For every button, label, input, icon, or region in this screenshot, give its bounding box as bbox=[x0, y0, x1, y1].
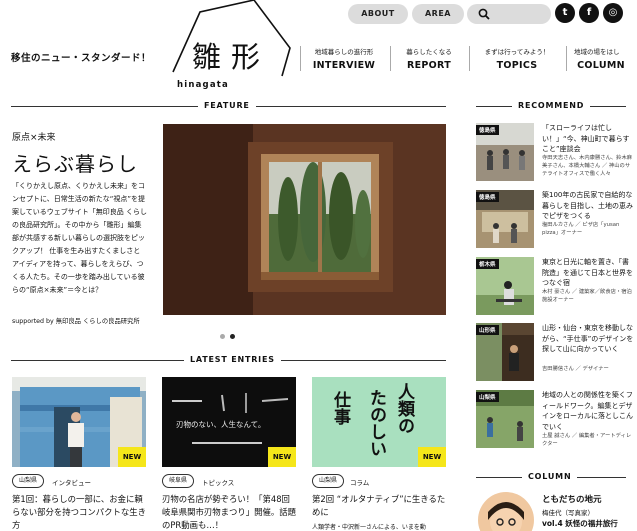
logo-text: 雛形 bbox=[192, 40, 271, 74]
column-author: 梅佳代（写真家） bbox=[542, 509, 594, 517]
recommend-title[interactable]: 東京と日光に軸を置き、「書院造」を通じて日本と世界をつなぐ宿 bbox=[542, 257, 634, 289]
entry-title[interactable]: 刃物の名店が勢ぞろい！「第48回岐阜県関市刃物まつり」開催。話題のPR動画も…！ bbox=[162, 493, 296, 531]
nav-interview[interactable]: INTERVIEW bbox=[304, 60, 384, 71]
entry-title[interactable]: 第1回：暮らしの一部に、お金に頼らない部分を持つコンパクトな生き方 bbox=[12, 493, 146, 531]
entry-card-image[interactable]: 刃物のない、人生なんて。 NEW bbox=[162, 377, 296, 467]
recommend-title[interactable]: 「スローライフは忙しい！」“今、神山町で暮らすこと”座談会 bbox=[542, 123, 634, 155]
about-button[interactable]: ABOUT bbox=[348, 4, 408, 24]
feature-title[interactable]: えらぶ暮らし bbox=[12, 148, 138, 177]
feature-body: 「くりかえし原点、くりかえし未来」をコンセプトに、日常生活の新たな“視点”を提案… bbox=[12, 182, 148, 294]
nav-column[interactable]: COLUMN bbox=[571, 60, 631, 71]
logo-subtext: hinagata bbox=[177, 80, 229, 90]
entry-card-image[interactable]: 仕事 人類の たのしい NEW bbox=[312, 377, 446, 467]
facebook-icon[interactable]: f bbox=[579, 3, 599, 23]
slide-dot-1[interactable] bbox=[220, 334, 225, 339]
nav-topics[interactable]: TOPICS bbox=[473, 60, 561, 71]
feature-image[interactable] bbox=[163, 124, 446, 315]
nav-column-sub: 地域の場をはし bbox=[574, 48, 620, 56]
feature-kicker: 原点×未来 bbox=[12, 133, 56, 143]
recommend-thumb[interactable]: 徳島県 bbox=[476, 190, 534, 248]
search-input[interactable] bbox=[467, 4, 551, 24]
area-tag[interactable]: 山梨県 bbox=[312, 474, 345, 488]
entry-category: コラム bbox=[350, 479, 370, 487]
new-badge: NEW bbox=[418, 447, 446, 467]
recommend-title[interactable]: 山形・仙台・東京を移動しながら、“手仕事”のデザインを探して山に向かっていく bbox=[542, 323, 634, 355]
area-label: 山梨県 bbox=[476, 392, 499, 402]
avatar-face bbox=[488, 502, 524, 531]
entry-card-image[interactable]: NEW bbox=[12, 377, 146, 467]
area-label: 栃木県 bbox=[476, 259, 499, 269]
recommend-meta: 吉田勝信さん ／ デザイナー bbox=[542, 366, 609, 372]
recommend-thumb[interactable]: 山梨県 bbox=[476, 390, 534, 448]
twitter-icon[interactable]: t bbox=[555, 3, 575, 23]
area-label: 徳島県 bbox=[476, 125, 499, 135]
recommend-thumb[interactable]: 山形県 bbox=[476, 323, 534, 381]
latest-section-title: LATEST ENTRIES bbox=[184, 355, 281, 364]
recommend-thumb[interactable]: 徳島県 bbox=[476, 123, 534, 181]
recommend-meta: 寺田天志さん、木内康勝さん、鈴木麻美子さん、本橋大輔さん ／ 神山のサテライトオ… bbox=[542, 155, 633, 177]
slide-dot-2[interactable] bbox=[230, 334, 235, 339]
column-title[interactable]: ともだちの地元 bbox=[542, 493, 602, 505]
nav-divider bbox=[300, 46, 301, 71]
recommend-meta: 塩田ルカさん ／ ピザ店「yusan pizza」オーナー bbox=[542, 222, 620, 236]
nav-interview-sub: 地域暮らしの進行形 bbox=[314, 48, 374, 56]
instagram-icon[interactable]: ◎ bbox=[603, 3, 623, 23]
new-badge: NEW bbox=[118, 447, 146, 467]
entry-category: トピックス bbox=[202, 479, 235, 487]
search-icon[interactable] bbox=[478, 8, 490, 20]
column-section-title: COLUMN bbox=[522, 472, 578, 481]
nav-divider bbox=[566, 46, 567, 71]
recommend-title[interactable]: 築100年の古民家で自給的な暮らしを目指し、土地の恵みでピザをつくる bbox=[542, 190, 634, 222]
book-title-2: 人類の bbox=[394, 383, 414, 434]
recommend-meta: 木村 豪さん ／ 建築家／飲食店・宿泊施設オーナー bbox=[542, 289, 632, 303]
column-episode[interactable]: vol.4 妖怪の福井旅行 bbox=[542, 518, 618, 529]
knives-caption: 刃物のない、人生なんて。 bbox=[176, 420, 266, 429]
nav-divider bbox=[390, 46, 391, 71]
nav-topics-sub: まずは行ってみよう！ bbox=[484, 48, 550, 56]
entry-title[interactable]: 第2回 “オルタナティブ”に生きるために bbox=[312, 493, 446, 519]
nav-report[interactable]: REPORT bbox=[394, 60, 464, 71]
book-title-1: 仕事 bbox=[330, 391, 350, 425]
book-title-3: たのしい bbox=[366, 389, 386, 457]
area-label: 徳島県 bbox=[476, 192, 499, 202]
area-tag[interactable]: 山梨県 bbox=[12, 474, 45, 488]
nav-divider bbox=[469, 46, 470, 71]
site-tagline: 移住のニュー・スタンダード！ bbox=[11, 53, 152, 64]
recommend-meta: 土屋 誠さん ／ 編集者・アートディレクター bbox=[542, 433, 632, 447]
area-label: 山形県 bbox=[476, 325, 499, 335]
entry-category: インタビュー bbox=[52, 479, 91, 487]
site-logo[interactable]: 雛形 hinagata bbox=[170, 0, 294, 92]
area-button[interactable]: AREA bbox=[412, 4, 464, 24]
recommend-title[interactable]: 地域の人との関係性を築くフィールドワーク。編集とデザインをローカルに落としこんで… bbox=[542, 390, 634, 432]
area-tag[interactable]: 岐阜県 bbox=[162, 474, 195, 488]
entry-meta: 人類学者・中沢新一さんによる、いまを動 bbox=[312, 524, 426, 531]
recommend-thumb[interactable]: 栃木県 bbox=[476, 257, 534, 315]
recommend-section-title: RECOMMEND bbox=[512, 101, 591, 110]
nav-report-sub: 暮らしたくなる bbox=[406, 48, 452, 56]
feature-section-title: FEATURE bbox=[198, 101, 256, 110]
feature-supported: supported by 無印良品 くらしの良品研究所 bbox=[12, 318, 140, 325]
new-badge: NEW bbox=[268, 447, 296, 467]
window-photo bbox=[163, 124, 446, 315]
column-avatar[interactable] bbox=[478, 492, 534, 531]
